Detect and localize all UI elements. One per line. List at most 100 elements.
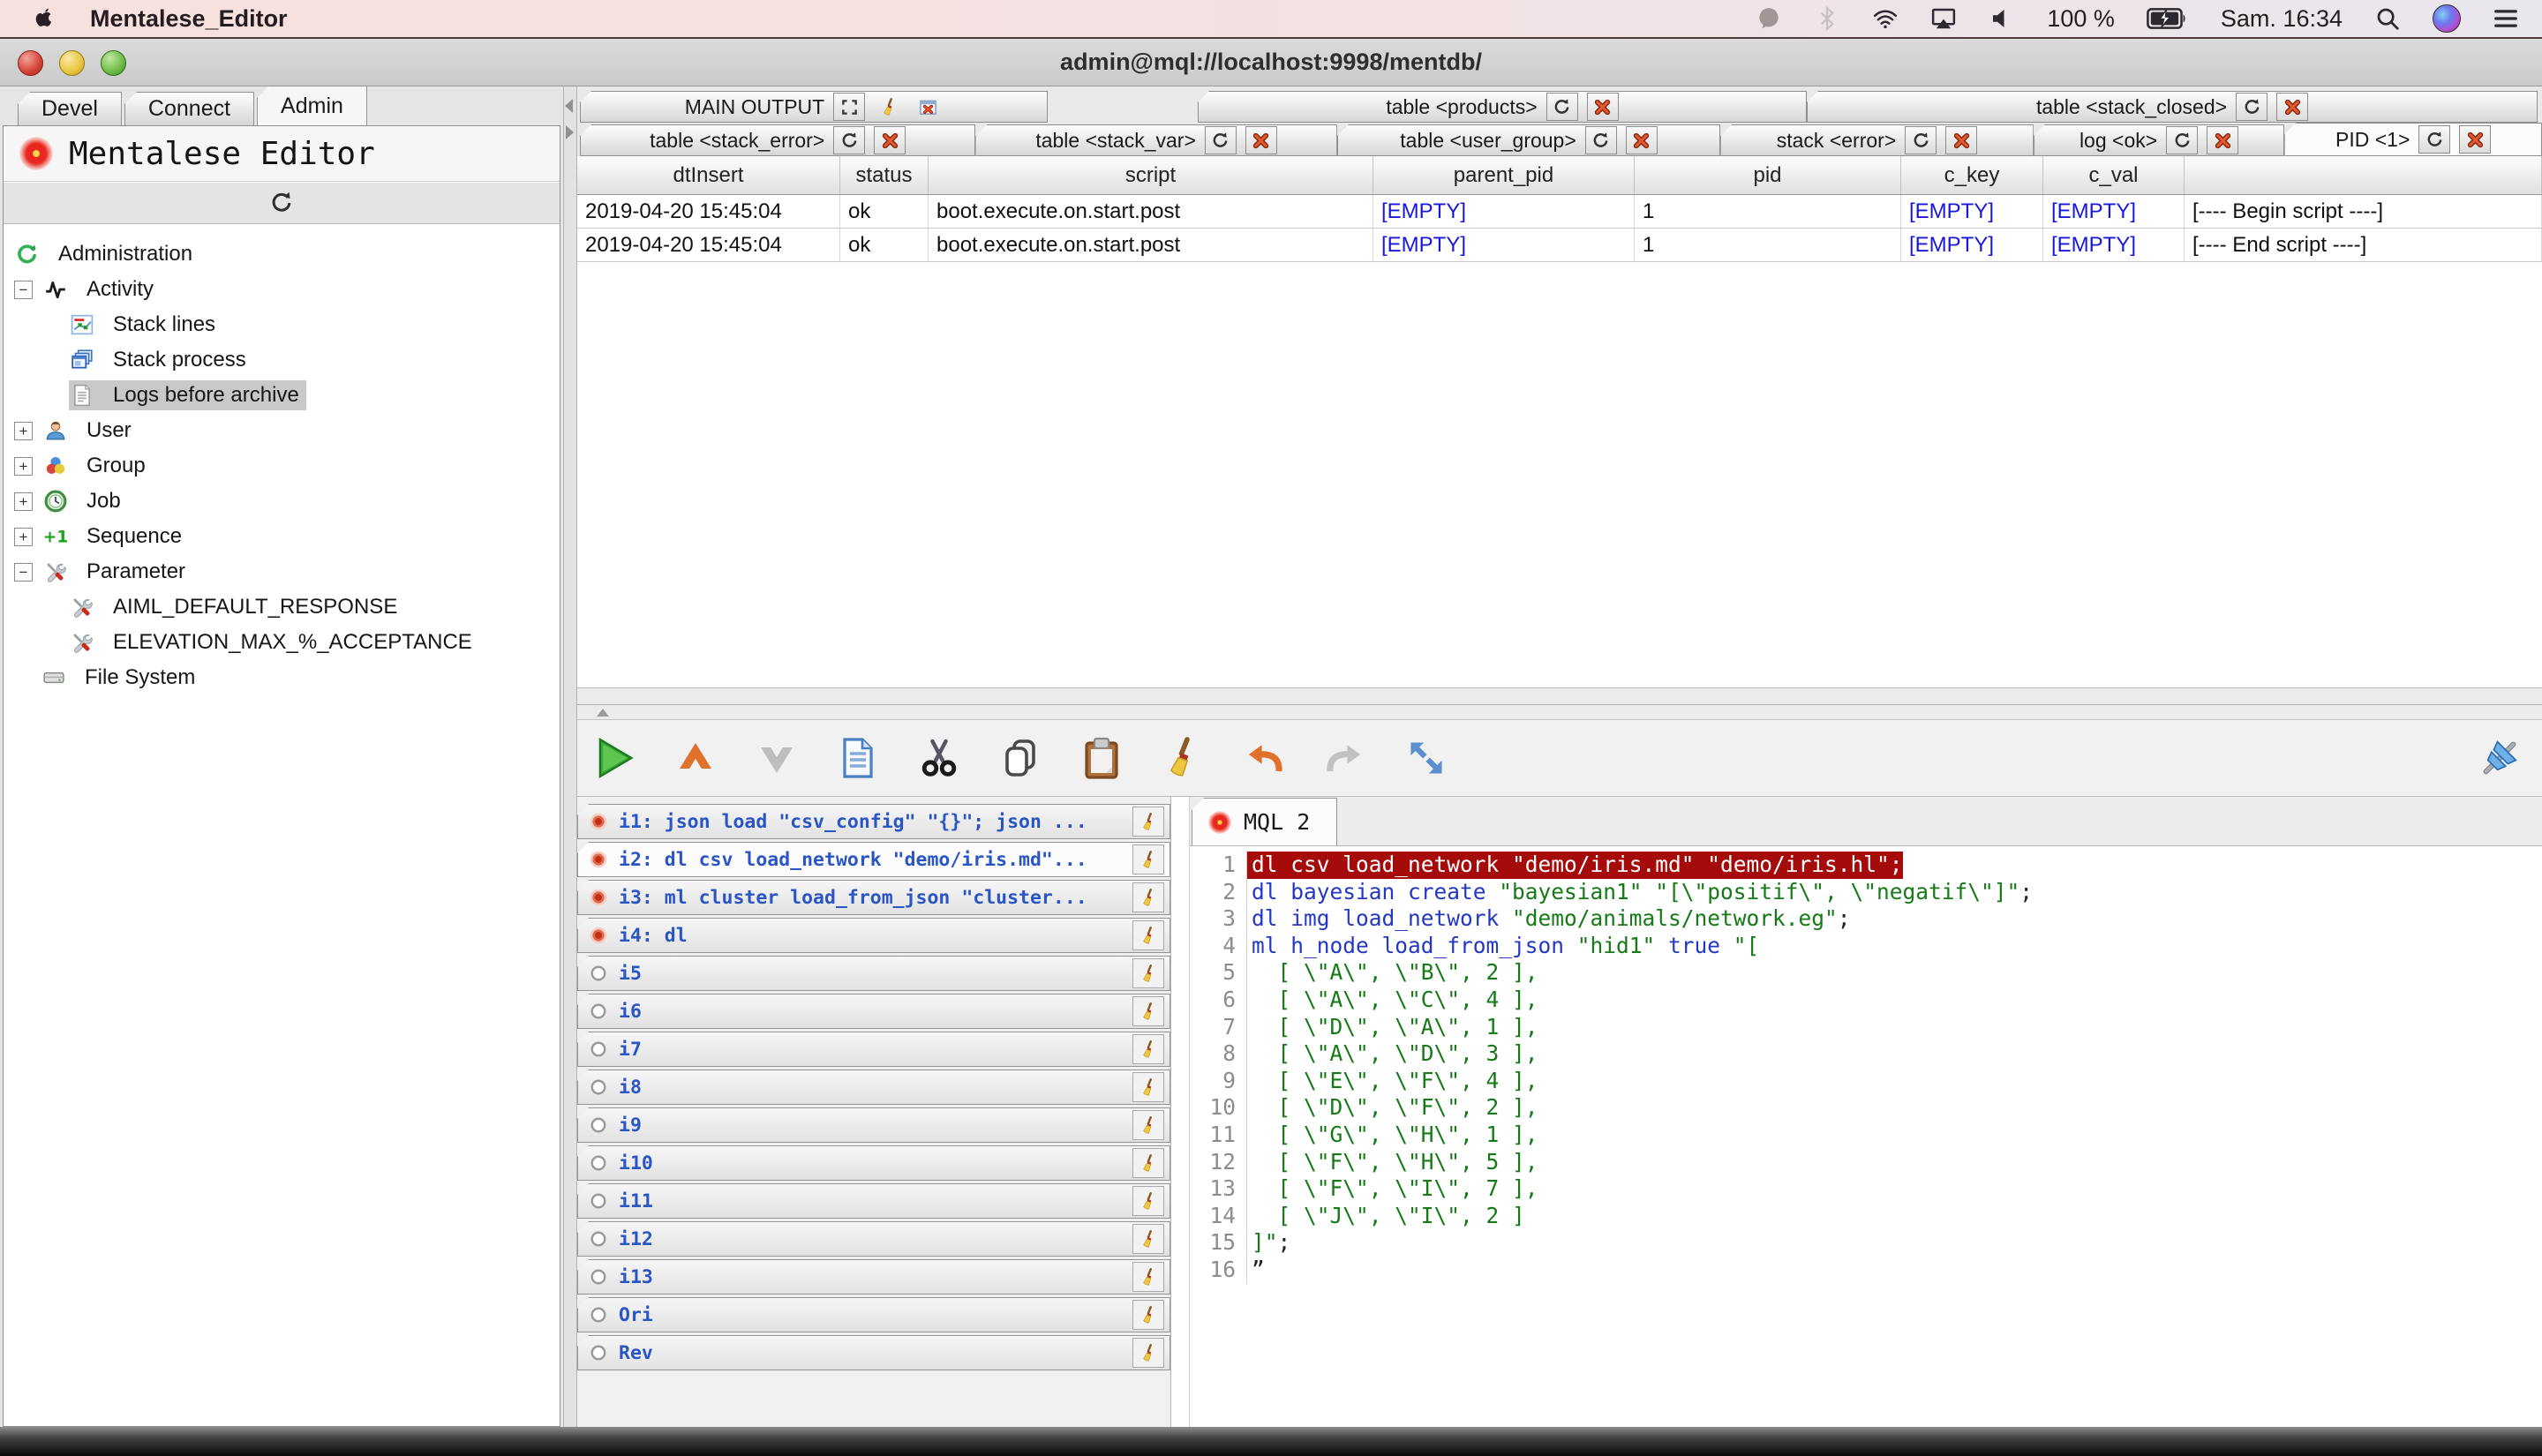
- expand-toggle-icon[interactable]: +: [14, 457, 33, 476]
- column-header-status[interactable]: status: [840, 156, 929, 194]
- code-line-8[interactable]: 8 [ \"A\", \"D\", 3 ],: [1190, 1040, 2542, 1068]
- script-slot-i1[interactable]: i1: json load "csv_config" "{}"; json ..…: [577, 804, 1170, 839]
- bluetooth-icon[interactable]: [1814, 5, 1840, 32]
- column-header-message[interactable]: [2185, 156, 2542, 194]
- code-line-11[interactable]: 11 [ \"G\", \"H\", 1 ],: [1190, 1122, 2542, 1149]
- horizontal-scrollbar[interactable]: [577, 687, 2542, 704]
- tree-item-activity[interactable]: −Activity: [4, 272, 560, 307]
- clean-slot-button[interactable]: [1132, 1148, 1164, 1178]
- refresh-tab-button[interactable]: [2166, 126, 2198, 154]
- clean-slot-button[interactable]: [1132, 996, 1164, 1026]
- new-document-button[interactable]: [835, 735, 881, 781]
- output-tab-table-stack-closed[interactable]: table <stack_closed>: [1807, 91, 2538, 123]
- output-tab-main-output[interactable]: MAIN OUTPUT: [580, 91, 1048, 123]
- clean-button[interactable]: [1160, 735, 1206, 781]
- clean-slot-button[interactable]: [1132, 1300, 1164, 1330]
- tree-item-aiml-default-response[interactable]: AIML_DEFAULT_RESPONSE: [4, 589, 560, 625]
- output-toolbar-splitter[interactable]: [577, 705, 2542, 719]
- refresh-tab-button[interactable]: [1905, 126, 1937, 154]
- refresh-tab-button[interactable]: [1546, 93, 1578, 121]
- tree-item-logs-before-archive[interactable]: Logs before archive: [4, 378, 560, 413]
- close-tab-button[interactable]: [874, 126, 906, 154]
- close-window-tab-button[interactable]: [913, 94, 943, 120]
- clean-slot-button[interactable]: [1132, 958, 1164, 988]
- output-tab-log-ok[interactable]: log <ok>: [2034, 124, 2285, 156]
- script-slot-i7[interactable]: i7: [577, 1032, 1170, 1067]
- code-line-14[interactable]: 14 [ \"J\", \"I\", 2 ]: [1190, 1203, 2542, 1230]
- move-down-button[interactable]: [754, 735, 800, 781]
- tree-item-group[interactable]: +Group: [4, 448, 560, 484]
- code-line-2[interactable]: 2dl bayesian create "bayesian1" "[\"posi…: [1190, 879, 2542, 906]
- column-header-c-key[interactable]: c_key: [1901, 156, 2043, 194]
- clean-slot-button[interactable]: [1132, 807, 1164, 837]
- tree-item-administration[interactable]: Administration: [4, 236, 560, 272]
- column-header-parent-pid[interactable]: parent_pid: [1373, 156, 1635, 194]
- wifi-icon[interactable]: [1872, 5, 1899, 32]
- script-slot-rev[interactable]: Rev: [577, 1335, 1170, 1370]
- output-tab-pid-1[interactable]: PID <1>: [2284, 123, 2542, 156]
- tree-item-parameter[interactable]: −Parameter: [4, 554, 560, 589]
- expand-toggle-icon[interactable]: +: [14, 528, 33, 546]
- code-line-5[interactable]: 5 [ \"A\", \"B\", 2 ],: [1190, 959, 2542, 987]
- code-line-1[interactable]: 1dl csv load_network "demo/iris.md" "dem…: [1190, 852, 2542, 879]
- clean-slot-button[interactable]: [1132, 1338, 1164, 1368]
- script-slot-i9[interactable]: i9: [577, 1107, 1170, 1143]
- script-slot-i12[interactable]: i12: [577, 1221, 1170, 1257]
- script-slot-ori[interactable]: Ori: [577, 1297, 1170, 1332]
- column-header-dtinsert[interactable]: dtInsert: [577, 156, 840, 194]
- code-line-4[interactable]: 4ml h_node load_from_json "hid1" true "[: [1190, 933, 2542, 960]
- close-tab-button[interactable]: [2207, 126, 2238, 154]
- code-line-6[interactable]: 6 [ \"A\", \"C\", 4 ],: [1190, 987, 2542, 1014]
- battery-charging-icon[interactable]: [2147, 6, 2189, 31]
- clean-slot-button[interactable]: [1132, 1262, 1164, 1292]
- table-row[interactable]: 2019-04-20 15:45:04okboot.execute.on.sta…: [577, 229, 2542, 262]
- menubar-app-name[interactable]: Mentalese_Editor: [90, 5, 288, 33]
- tree-item-user[interactable]: +User: [4, 413, 560, 448]
- close-window-button[interactable]: [18, 50, 43, 76]
- clean-slot-button[interactable]: [1132, 844, 1164, 874]
- refresh-tab-button[interactable]: [1585, 126, 1617, 154]
- clean-slot-button[interactable]: [1132, 1034, 1164, 1064]
- expand-toggle-icon[interactable]: +: [14, 422, 33, 440]
- notification-bubble-icon[interactable]: [1756, 5, 1782, 32]
- undo-button[interactable]: [1241, 735, 1287, 781]
- code-line-13[interactable]: 13 [ \"F\", \"I\", 7 ],: [1190, 1175, 2542, 1203]
- code-line-3[interactable]: 3dl img load_network "demo/animals/netwo…: [1190, 905, 2542, 933]
- column-header-script[interactable]: script: [929, 156, 1373, 194]
- zoom-window-button[interactable]: [101, 50, 126, 76]
- copy-button[interactable]: [997, 735, 1043, 781]
- screen-mirroring-icon[interactable]: [1930, 5, 1957, 32]
- spotlight-search-icon[interactable]: [2374, 5, 2401, 32]
- code-line-16[interactable]: 16”: [1190, 1257, 2542, 1284]
- clean-slot-button[interactable]: [1132, 882, 1164, 912]
- script-slot-i8[interactable]: i8: [577, 1069, 1170, 1105]
- collapse-up-icon[interactable]: [597, 709, 609, 717]
- expand-tab-button[interactable]: [833, 93, 865, 121]
- refresh-tab-button[interactable]: [1205, 126, 1237, 154]
- close-tab-button[interactable]: [1245, 126, 1277, 154]
- output-tab-table-stack-error[interactable]: table <stack_error>: [580, 124, 975, 156]
- refresh-tab-button[interactable]: [2418, 125, 2450, 154]
- clean-tab-button[interactable]: [874, 94, 904, 120]
- code-line-10[interactable]: 10 [ \"D\", \"F\", 2 ],: [1190, 1094, 2542, 1122]
- script-slot-i6[interactable]: i6: [577, 994, 1170, 1029]
- output-tab-stack-error[interactable]: stack <error>: [1720, 124, 2034, 156]
- collapse-toggle-icon[interactable]: −: [14, 563, 33, 582]
- clean-slot-button[interactable]: [1132, 1186, 1164, 1216]
- output-tab-table-products[interactable]: table <products>: [1198, 91, 1807, 123]
- collapse-toggle-icon[interactable]: −: [14, 281, 33, 299]
- clean-slot-button[interactable]: [1132, 1072, 1164, 1102]
- tree-item-job[interactable]: +Job: [4, 484, 560, 519]
- connector-button[interactable]: [2477, 735, 2523, 781]
- script-slot-i13[interactable]: i13: [577, 1259, 1170, 1295]
- close-tab-button[interactable]: [2459, 125, 2491, 154]
- expand-toggle-icon[interactable]: +: [14, 492, 33, 511]
- script-slot-i11[interactable]: i11: [577, 1183, 1170, 1219]
- cut-button[interactable]: [916, 735, 962, 781]
- refresh-tab-button[interactable]: [833, 126, 865, 154]
- sidebar-splitter[interactable]: [563, 86, 577, 1427]
- close-tab-button[interactable]: [2276, 93, 2308, 121]
- script-slot-i3[interactable]: i3: ml cluster load_from_json "cluster..…: [577, 880, 1170, 915]
- volume-icon[interactable]: [1989, 5, 2015, 32]
- code-lines[interactable]: 1dl csv load_network "demo/iris.md" "dem…: [1190, 845, 2542, 1427]
